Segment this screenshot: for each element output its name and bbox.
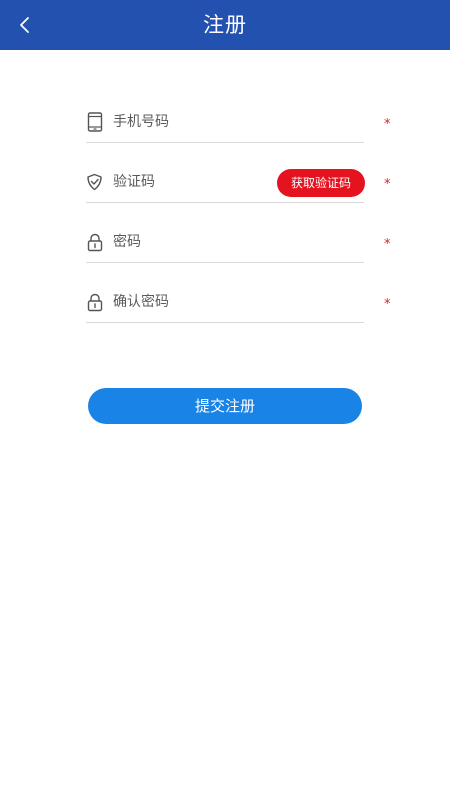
lock-icon: [86, 292, 103, 312]
phone-input[interactable]: [113, 108, 293, 136]
code-required-mark: *: [384, 177, 391, 192]
chevron-left-icon: [20, 17, 29, 33]
confirm-password-required-mark: *: [384, 297, 391, 312]
back-button[interactable]: [8, 9, 40, 41]
mobile-phone-icon: [86, 112, 103, 132]
page-title: 注册: [203, 13, 247, 37]
lock-icon: [86, 232, 103, 252]
phone-field: [86, 108, 364, 143]
shield-check-icon: [86, 172, 103, 192]
confirm-password-field: [86, 288, 364, 323]
submit-register-button[interactable]: 提交注册: [88, 388, 362, 424]
code-input[interactable]: [113, 168, 293, 196]
confirm-password-input[interactable]: [113, 288, 293, 316]
password-field: [86, 228, 364, 263]
get-code-button[interactable]: 获取验证码: [277, 169, 365, 197]
app-header: 注册: [0, 0, 450, 50]
phone-required-mark: *: [384, 117, 391, 132]
password-required-mark: *: [384, 237, 391, 252]
password-input[interactable]: [113, 228, 293, 256]
